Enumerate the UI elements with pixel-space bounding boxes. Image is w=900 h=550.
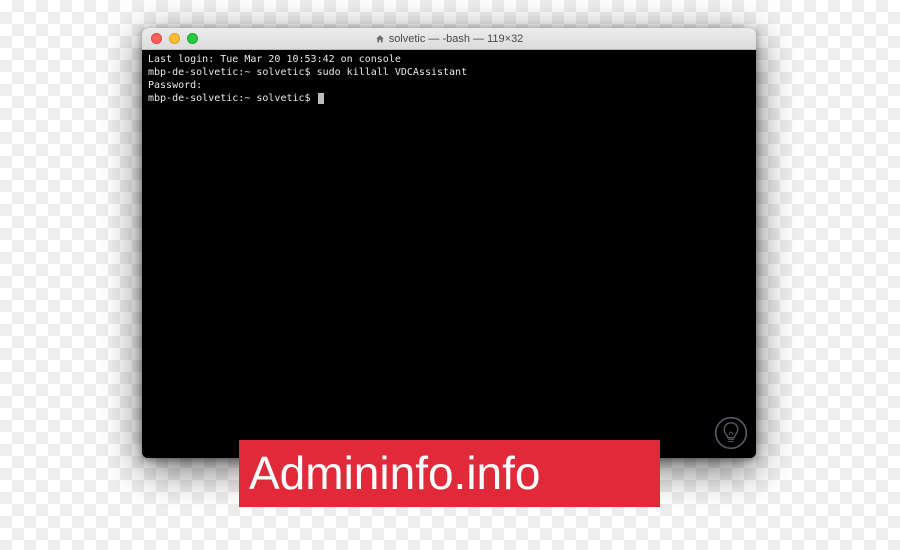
home-icon: [375, 34, 385, 44]
command-text: sudo killall VDCAssistant: [317, 67, 468, 78]
prompt: mbp-de-solvetic:~ solvetic$: [148, 67, 317, 78]
watermark-banner: Admininfo.info: [239, 440, 660, 507]
terminal-body[interactable]: Last login: Tue Mar 20 10:53:42 on conso…: [142, 50, 756, 458]
terminal-line: mbp-de-solvetic:~ solvetic$: [148, 92, 750, 105]
window-title-text: solvetic — -bash — 119×32: [389, 33, 524, 45]
terminal-line: Password:: [148, 79, 750, 92]
window-titlebar[interactable]: solvetic — -bash — 119×32: [142, 28, 756, 50]
terminal-line: Last login: Tue Mar 20 10:53:42 on conso…: [148, 53, 750, 66]
maximize-button[interactable]: [187, 33, 198, 44]
window-title: solvetic — -bash — 119×32: [142, 33, 756, 45]
banner-text: Admininfo.info: [249, 447, 541, 499]
terminal-window: solvetic — -bash — 119×32 Last login: Tu…: [142, 28, 756, 458]
close-button[interactable]: [151, 33, 162, 44]
prompt: mbp-de-solvetic:~ solvetic$: [148, 93, 317, 104]
cursor: [318, 93, 324, 104]
lightbulb-logo-icon: [714, 416, 748, 450]
minimize-button[interactable]: [169, 33, 180, 44]
traffic-lights: [142, 33, 198, 44]
terminal-line: mbp-de-solvetic:~ solvetic$ sudo killall…: [148, 66, 750, 79]
